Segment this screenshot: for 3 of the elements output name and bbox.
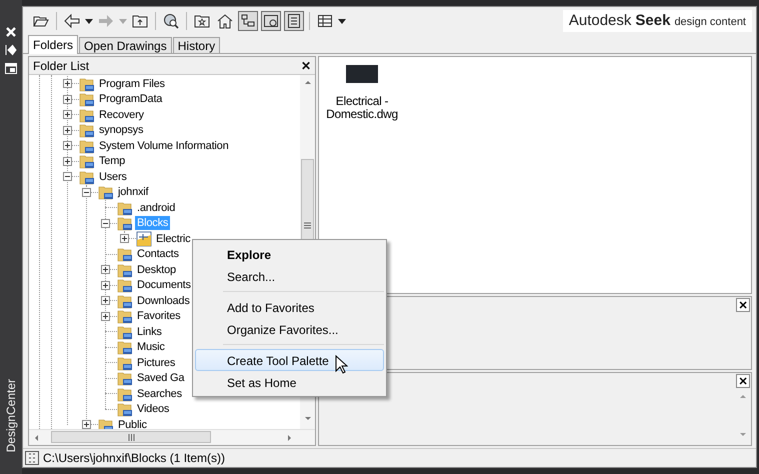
- panel-title: Folder List: [33, 58, 90, 72]
- palette-title: DesignCenter: [4, 378, 18, 452]
- status-text: C:\Users\johnxif\Blocks (1 Item(s)): [43, 451, 226, 465]
